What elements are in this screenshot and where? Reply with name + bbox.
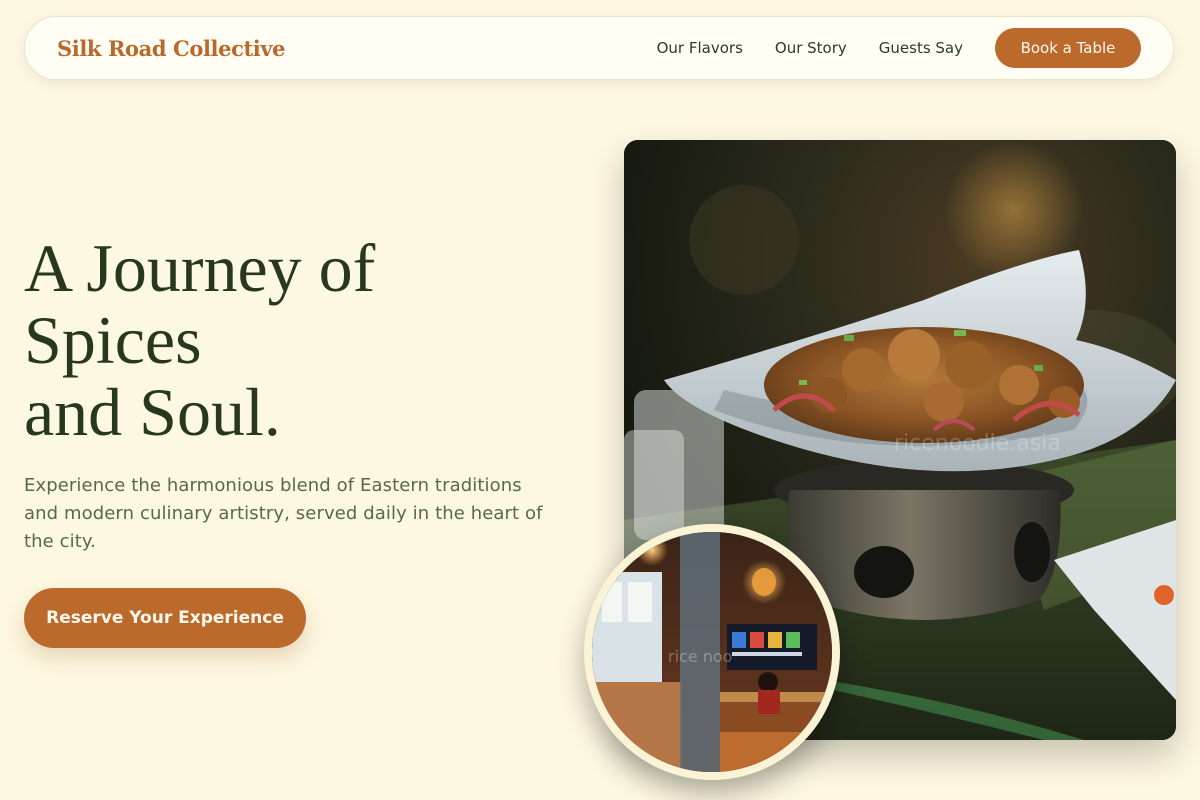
food-image-watermark: ricenoodle.asia bbox=[894, 431, 1061, 456]
brand-logo[interactable]: Silk Road Collective bbox=[57, 36, 286, 61]
nav-link-guests-say[interactable]: Guests Say bbox=[879, 39, 963, 57]
hero-title-line-2: Spices bbox=[24, 302, 202, 378]
top-navigation-bar: Silk Road Collective Our Flavors Our Sto… bbox=[24, 16, 1174, 80]
hero-title-line-3: and Soul. bbox=[24, 374, 281, 450]
hero-description: Experience the harmonious blend of Easte… bbox=[24, 475, 543, 552]
interior-image-watermark: rice noo bbox=[668, 647, 732, 666]
nav-links: Our Flavors Our Story Guests Say Book a … bbox=[625, 28, 1141, 68]
nav-link-our-flavors[interactable]: Our Flavors bbox=[657, 39, 743, 57]
restaurant-interior-image: rice noo bbox=[584, 524, 840, 780]
nav-link-our-story[interactable]: Our Story bbox=[775, 39, 847, 57]
hero-title: A Journey of Spices and Soul. bbox=[24, 232, 564, 448]
hero-title-line-1: A Journey of bbox=[24, 230, 376, 306]
reserve-experience-button[interactable]: Reserve Your Experience bbox=[24, 588, 306, 648]
book-table-button[interactable]: Book a Table bbox=[995, 28, 1141, 68]
